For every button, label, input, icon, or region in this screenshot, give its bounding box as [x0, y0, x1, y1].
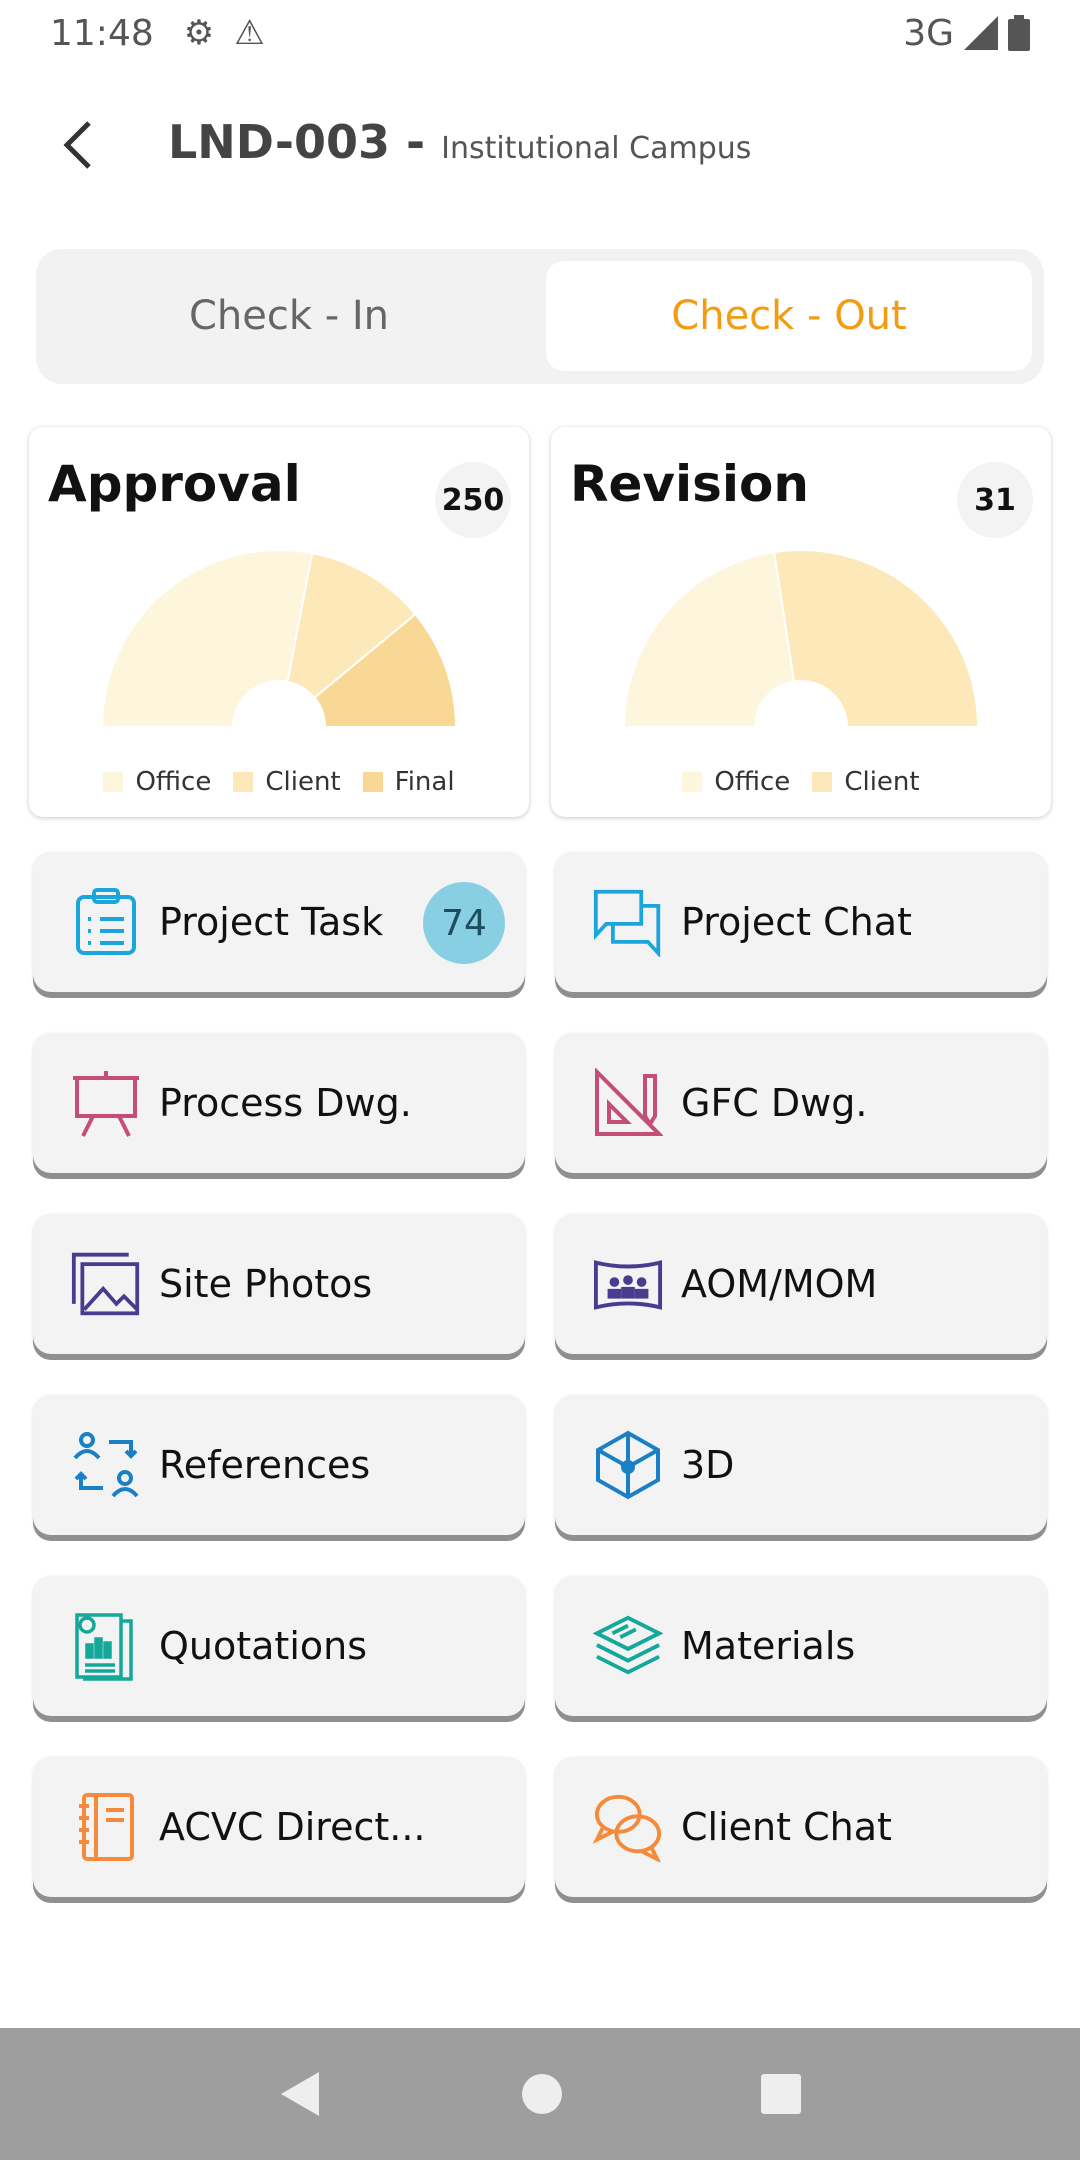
tile-3d[interactable]: 3D [555, 1395, 1047, 1535]
home-nav-icon[interactable] [521, 2073, 563, 2115]
revision-card[interactable]: Revision 31 Office Client [551, 427, 1051, 817]
tile-label: GFC Dwg. [681, 1081, 868, 1125]
legend-item: Final [362, 767, 455, 797]
warning-icon: ⚠ [234, 13, 265, 53]
navigation-bar [0, 2028, 1080, 2160]
tile-quotations[interactable]: Quotations [33, 1576, 525, 1716]
chart-legend: Office Client Final [29, 767, 529, 797]
legend-swatch [233, 772, 254, 792]
check-out-tab[interactable]: Check - Out [546, 261, 1032, 371]
ruler-pencil-icon [593, 1068, 663, 1138]
legend-swatch [103, 772, 124, 792]
app-header: LND-003 - Institutional Campus [0, 105, 1080, 185]
legend-label: Client [844, 767, 920, 797]
legend-label: Office [135, 767, 212, 797]
tile-client-chat[interactable]: Client Chat [555, 1757, 1047, 1897]
cube-icon [593, 1430, 663, 1500]
layers-icon [593, 1611, 663, 1681]
tile-label: Client Chat [681, 1805, 892, 1849]
status-bar: 11:48 ⚙ ⚠ 3G [0, 0, 1080, 66]
legend-item: Office [682, 767, 790, 797]
tile-label: AOM/MOM [681, 1262, 878, 1306]
tile-label: Project Task [159, 900, 384, 944]
tile-project-chat[interactable]: Project Chat [555, 852, 1047, 992]
tile-label: Materials [681, 1624, 856, 1668]
card-title: Approval [48, 455, 301, 513]
legend-item: Client [233, 767, 341, 797]
slice-office [622, 550, 796, 728]
battery-icon [1008, 15, 1030, 51]
tile-label: References [159, 1443, 371, 1487]
legend-label: Final [394, 767, 455, 797]
tile-references[interactable]: References [33, 1395, 525, 1535]
meeting-icon [593, 1249, 663, 1319]
tile-label: Site Photos [159, 1262, 373, 1306]
legend-swatch [682, 772, 703, 792]
project-code: LND-003 - [168, 115, 426, 169]
chat-icon [593, 1792, 663, 1862]
status-time: 11:48 [50, 12, 154, 54]
quotation-icon [71, 1611, 141, 1681]
approval-card[interactable]: Approval 250 Office Client Final [29, 427, 529, 817]
project-name: Institutional Campus [441, 131, 752, 166]
tile-label: Process Dwg. [159, 1081, 412, 1125]
check-toggle: Check - In Check - Out [36, 249, 1044, 384]
tile-process-dwg[interactable]: Process Dwg. [33, 1033, 525, 1173]
tile-gfc-dwg[interactable]: GFC Dwg. [555, 1033, 1047, 1173]
back-nav-icon[interactable] [279, 2070, 323, 2118]
easel-icon [71, 1068, 141, 1138]
card-title: Revision [570, 455, 809, 513]
slice-client [773, 549, 980, 728]
legend-label: Office [714, 767, 791, 797]
legend-swatch [812, 772, 833, 792]
revision-chart [622, 549, 980, 728]
recents-nav-icon[interactable] [761, 2074, 801, 2114]
back-arrow-icon[interactable] [55, 117, 105, 173]
photos-icon [71, 1249, 141, 1319]
legend-item: Client [812, 767, 920, 797]
legend-swatch [362, 772, 383, 792]
tile-label: ACVC Direct... [159, 1805, 426, 1849]
tile-materials[interactable]: Materials [555, 1576, 1047, 1716]
legend-label: Client [265, 767, 341, 797]
tile-label: 3D [681, 1443, 735, 1487]
task-count-badge: 74 [423, 882, 505, 964]
approval-chart [100, 549, 458, 728]
chart-legend: Office Client [551, 767, 1051, 797]
notebook-icon [71, 1792, 141, 1862]
legend-item: Office [103, 767, 211, 797]
check-in-tab[interactable]: Check - In [46, 261, 532, 371]
network-type: 3G [903, 12, 954, 54]
tile-aom-mom[interactable]: AOM/MOM [555, 1214, 1047, 1354]
tile-label: Project Chat [681, 900, 912, 944]
signal-icon [964, 16, 998, 50]
tile-acvc-direct[interactable]: ACVC Direct... [33, 1757, 525, 1897]
tile-project-task[interactable]: Project Task 74 [33, 852, 525, 992]
tile-label: Quotations [159, 1624, 368, 1668]
slice-office [100, 549, 314, 728]
users-exchange-icon [71, 1430, 141, 1500]
page-title: LND-003 - Institutional Campus [168, 115, 751, 169]
gear-icon: ⚙ [183, 13, 215, 53]
clipboard-list-icon [71, 887, 141, 957]
chat-bubbles-icon [593, 887, 663, 957]
tile-site-photos[interactable]: Site Photos [33, 1214, 525, 1354]
